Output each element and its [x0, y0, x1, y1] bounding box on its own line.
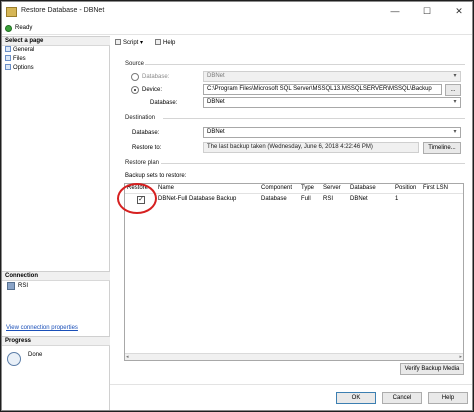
chevron-down-icon: ▾	[453, 129, 457, 135]
column-header[interactable]: Type	[301, 185, 314, 191]
annotation-circle	[117, 183, 157, 214]
source-group-title: Source	[125, 61, 145, 67]
scroll-left-icon[interactable]: ◂	[126, 354, 129, 360]
destination-group-title: Destination	[125, 115, 156, 121]
destination-database-select[interactable]: DBNet ▾	[203, 127, 461, 138]
server-icon	[7, 282, 15, 290]
script-icon	[115, 39, 121, 45]
chevron-down-icon: ▾	[453, 73, 457, 79]
device-label: Device:	[142, 87, 163, 93]
column-header[interactable]: Name	[158, 185, 174, 191]
restore-to-field: The last backup taken (Wednesday, June 6…	[203, 142, 419, 153]
browse-device-button[interactable]: ...	[445, 84, 461, 96]
page-icon	[5, 46, 11, 52]
divider	[163, 118, 465, 119]
device-database-select[interactable]: DBNet ▾	[203, 97, 461, 108]
toolbar: Script ▾ Help	[111, 36, 472, 50]
window-title: Restore Database - DBNet	[21, 7, 105, 14]
database-radio[interactable]	[131, 73, 139, 81]
sidebar-item-label: Files	[13, 56, 26, 62]
backup-sets-grid: Restore Name Component Type Server Datab…	[124, 183, 464, 361]
column-header[interactable]: Database	[350, 185, 376, 191]
source-database-label: Database:	[142, 74, 170, 80]
verify-backup-media-button[interactable]: Verify Backup Media	[400, 363, 464, 375]
left-pane: Select a page General Files Options Conn…	[2, 36, 110, 410]
grid-header: Restore Name Component Type Server Datab…	[125, 184, 463, 194]
ok-button[interactable]: OK	[336, 392, 376, 404]
progress-done-icon	[7, 352, 21, 366]
column-header[interactable]: Position	[395, 185, 416, 191]
sidebar-item-options[interactable]: Options	[5, 64, 34, 72]
help-icon	[155, 39, 161, 45]
progress-status: Done	[28, 352, 43, 358]
scroll-right-icon[interactable]: ▸	[459, 354, 462, 360]
source-database-value: DBNet	[207, 73, 225, 79]
restore-plan-group-title: Restore plan	[125, 160, 160, 166]
divider	[145, 64, 465, 65]
cancel-button[interactable]: Cancel	[382, 392, 422, 404]
ready-status-icon	[5, 25, 12, 32]
chevron-down-icon: ▾	[453, 99, 457, 105]
status-text: Ready	[15, 25, 33, 31]
status-bar: Ready	[2, 22, 472, 35]
help-label: Help	[163, 40, 176, 46]
backup-name-cell: DBNet-Full Database Backup	[158, 196, 237, 202]
chevron-down-icon[interactable]: ▾	[140, 40, 143, 46]
restore-database-window: Restore Database - DBNet — ☐ ✕ Ready Sel…	[1, 1, 473, 411]
script-label: Script	[123, 40, 139, 46]
table-row[interactable]: ✓ DBNet-Full Database Backup Database Fu…	[125, 194, 463, 205]
script-button[interactable]: Script ▾	[115, 38, 143, 48]
destination-database-label: Database:	[132, 130, 160, 136]
view-connection-properties-link[interactable]: View connection properties	[6, 325, 78, 331]
database-cell: DBNet	[350, 196, 368, 202]
close-button[interactable]: ✕	[452, 5, 466, 18]
minimize-button[interactable]: —	[388, 5, 402, 18]
help-toolbar-button[interactable]: Help	[155, 38, 175, 48]
column-header[interactable]: Component	[261, 185, 292, 191]
general-page: Script ▾ Help Source Database: DBNet ▾ De…	[111, 36, 472, 378]
restore-to-label: Restore to:	[132, 145, 162, 151]
title-bar: Restore Database - DBNet — ☐ ✕	[2, 2, 472, 22]
sidebar-item-files[interactable]: Files	[5, 55, 26, 63]
maximize-button[interactable]: ☐	[420, 5, 434, 18]
type-cell: Full	[301, 196, 311, 202]
backup-sets-label: Backup sets to restore:	[125, 173, 187, 179]
sidebar-item-label: Options	[13, 65, 34, 71]
column-header[interactable]: First LSN	[423, 185, 448, 191]
column-header[interactable]: Server	[323, 185, 341, 191]
connection-server: RSI	[18, 283, 29, 289]
dialog-button-bar: OK Cancel Help	[110, 384, 472, 410]
device-database-label: Database:	[150, 100, 178, 106]
page-icon	[5, 55, 11, 61]
destination-database-value: DBNet	[207, 129, 225, 135]
sidebar-item-general[interactable]: General	[5, 46, 34, 54]
select-page-header: Select a page	[2, 36, 110, 46]
sidebar-item-label: General	[13, 47, 35, 53]
connection-header: Connection	[2, 271, 110, 281]
page-icon	[5, 64, 11, 70]
source-database-select[interactable]: DBNet ▾	[203, 71, 461, 82]
divider	[161, 163, 465, 164]
timeline-button[interactable]: Timeline...	[423, 142, 461, 154]
device-radio[interactable]	[131, 86, 139, 94]
database-restore-icon	[6, 7, 17, 17]
server-cell: RSI	[323, 196, 334, 202]
device-database-value: DBNet	[207, 99, 225, 105]
position-cell: 1	[395, 196, 399, 202]
progress-header: Progress	[2, 336, 110, 346]
horizontal-scrollbar[interactable]: ◂ ▸	[125, 353, 463, 360]
component-cell: Database	[261, 196, 287, 202]
help-button[interactable]: Help	[428, 392, 468, 404]
device-path-field[interactable]: C:\Program Files\Microsoft SQL Server\MS…	[203, 84, 442, 95]
